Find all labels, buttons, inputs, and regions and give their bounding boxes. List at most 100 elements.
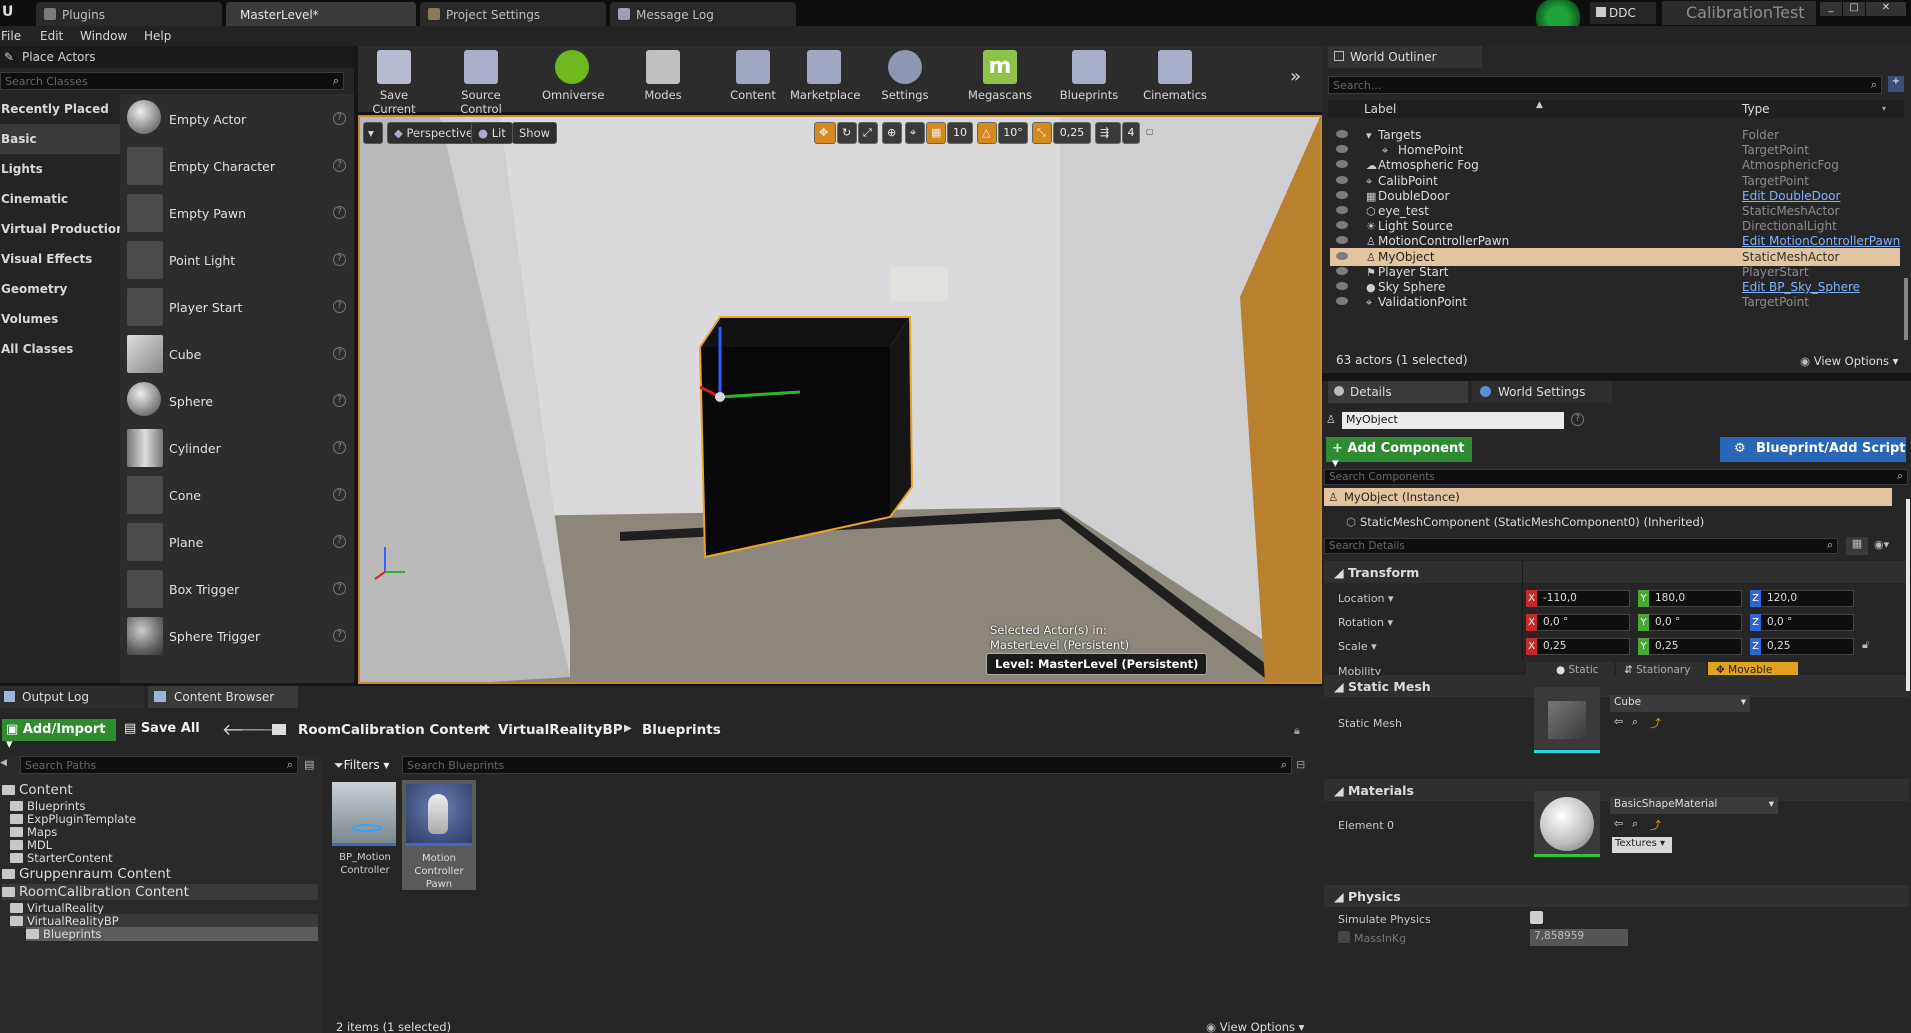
help-icon[interactable]: ? bbox=[333, 488, 346, 501]
save-all-button[interactable]: ▤ Save All bbox=[124, 721, 200, 736]
actor-item-empty-pawn[interactable]: Empty Pawn? bbox=[125, 190, 350, 237]
maximize-button[interactable]: □ bbox=[1843, 2, 1865, 16]
minimize-button[interactable]: _ bbox=[1820, 2, 1842, 16]
category-virtual-production[interactable]: Virtual Production bbox=[0, 214, 120, 244]
breadcrumb-separator-icon[interactable]: ▶ bbox=[624, 723, 632, 734]
edit-blueprint-link[interactable]: Edit DoubleDoor bbox=[1742, 189, 1840, 203]
path-view-options-icon[interactable]: ▤ bbox=[304, 758, 314, 771]
help-icon[interactable]: ? bbox=[333, 535, 346, 548]
help-icon[interactable]: ? bbox=[333, 206, 346, 219]
object-name-field[interactable]: MyObject bbox=[1342, 412, 1564, 429]
breadcrumb-item[interactable]: RoomCalibration Content bbox=[298, 722, 490, 738]
outliner-search-input[interactable]: Search... ⌕ bbox=[1328, 76, 1882, 94]
asset-tile-motion-controller-pawn[interactable]: Motion Controller Pawn bbox=[402, 780, 476, 890]
simulate-physics-checkbox[interactable] bbox=[1530, 911, 1543, 924]
tab-project-settings[interactable]: Project Settings bbox=[420, 2, 606, 26]
scale-snap-value[interactable]: 0,25 bbox=[1053, 122, 1091, 144]
menu-window[interactable]: Window bbox=[80, 29, 127, 43]
blueprints-button[interactable]: Blueprints bbox=[1058, 50, 1120, 102]
column-type[interactable]: Type bbox=[1742, 102, 1770, 116]
visibility-eye-icon[interactable] bbox=[1336, 175, 1348, 184]
viewport-options-button[interactable]: ▾ bbox=[363, 122, 383, 144]
view-options-button[interactable]: ◉ View Options ▾ bbox=[1800, 354, 1898, 368]
outliner-row[interactable]: ⌖ ValidationPoint TargetPoint bbox=[1330, 293, 1900, 311]
help-icon[interactable]: ? bbox=[333, 629, 346, 642]
reset-icon[interactable]: ⤴ bbox=[1650, 817, 1661, 833]
level-viewport[interactable]: ▾ ◆ Perspective ● Lit Show ✥ ↻ ⤢ ⊕ ⌖ ▦ 1… bbox=[358, 115, 1322, 684]
visibility-eye-icon[interactable] bbox=[1336, 282, 1348, 290]
tab-output-log[interactable]: Output Log bbox=[0, 686, 144, 708]
scale-snap-icon[interactable]: ⤡ bbox=[1032, 122, 1052, 144]
help-icon[interactable]: ? bbox=[333, 112, 346, 125]
breadcrumb-item[interactable]: VirtualRealityBP bbox=[498, 722, 623, 738]
location-y-field[interactable]: Y 180,0 bbox=[1638, 590, 1742, 607]
surface-snap-icon[interactable]: ⌖ bbox=[905, 122, 925, 144]
lock-icon[interactable]: 🔒︎ bbox=[1294, 724, 1300, 738]
eye-options-icon[interactable]: ◉▾ bbox=[1874, 538, 1889, 551]
tab-message-log[interactable]: Message Log bbox=[610, 2, 796, 26]
history-icon[interactable]: ⊟ bbox=[1296, 758, 1305, 771]
category-visual-effects[interactable]: Visual Effects bbox=[0, 244, 120, 274]
edit-blueprint-link[interactable]: Edit BP_Sky_Sphere bbox=[1742, 280, 1860, 294]
visibility-eye-icon[interactable] bbox=[1336, 236, 1348, 245]
details-tab[interactable]: Details bbox=[1328, 381, 1468, 403]
rotation-label[interactable]: Rotation ▾ bbox=[1338, 616, 1393, 629]
search-components-input[interactable]: Search Components ⌕ bbox=[1324, 469, 1908, 485]
help-icon[interactable]: ? bbox=[333, 394, 346, 407]
material-thumbnail[interactable] bbox=[1534, 791, 1600, 857]
visibility-eye-icon[interactable] bbox=[1336, 145, 1348, 154]
browse-icon[interactable]: ⌕ bbox=[1632, 817, 1638, 831]
column-label[interactable]: Label bbox=[1364, 102, 1396, 116]
mass-checkbox[interactable] bbox=[1338, 931, 1350, 943]
actor-item-cube[interactable]: Cube? bbox=[125, 331, 350, 378]
mass-field[interactable]: 7,858959 bbox=[1530, 929, 1628, 946]
component-instance-row[interactable]: ♙ MyObject (Instance) bbox=[1324, 488, 1892, 506]
visibility-eye-icon[interactable] bbox=[1336, 130, 1348, 138]
tab-masterlevel[interactable]: MasterLevel* bbox=[226, 2, 416, 26]
cinematics-button[interactable]: Cinematics bbox=[1142, 50, 1208, 102]
folder-tree-item[interactable]: StarterContent bbox=[10, 851, 113, 865]
actor-item-point-light[interactable]: Point Light? bbox=[125, 237, 350, 284]
category-lights[interactable]: Lights bbox=[0, 154, 120, 184]
use-selected-arrow-icon[interactable]: ⇦ bbox=[1614, 715, 1623, 728]
category-all-classes[interactable]: All Classes bbox=[0, 334, 120, 364]
folder-tree-item[interactable]: Blueprints bbox=[26, 927, 318, 941]
modes-button[interactable]: Modes bbox=[638, 50, 688, 102]
rotation-x-field[interactable]: X 0,0 ° bbox=[1526, 614, 1630, 631]
help-icon[interactable]: ? bbox=[333, 253, 346, 266]
category-recently-placed[interactable]: Recently Placed bbox=[0, 94, 120, 124]
close-button[interactable]: ✕ bbox=[1866, 2, 1906, 16]
tab-content-browser[interactable]: Content Browser bbox=[148, 686, 298, 708]
blueprint-add-script-button[interactable]: ⚙ Blueprint/Add Script bbox=[1720, 437, 1906, 462]
megascans-button[interactable]: m Megascans bbox=[966, 50, 1034, 102]
reset-icon[interactable]: ⤴ bbox=[1650, 715, 1661, 731]
edit-blueprint-link[interactable]: Edit MotionControllerPawn bbox=[1742, 234, 1900, 248]
visibility-eye-icon[interactable] bbox=[1336, 297, 1348, 306]
category-geometry[interactable]: Geometry bbox=[0, 274, 120, 304]
save-current-button[interactable]: Save Current bbox=[362, 50, 426, 116]
rotation-snap-value[interactable]: 10° bbox=[998, 122, 1028, 144]
details-scrollbar[interactable] bbox=[1906, 499, 1910, 691]
visibility-eye-icon[interactable] bbox=[1336, 251, 1348, 260]
collapse-sources-icon[interactable]: ◀ bbox=[0, 758, 7, 768]
folder-tree-item[interactable]: VirtualReality bbox=[10, 901, 104, 915]
component-row[interactable]: ⬡ StaticMeshComponent (StaticMeshCompone… bbox=[1324, 513, 1892, 531]
category-volumes[interactable]: Volumes bbox=[0, 304, 120, 334]
physics-section[interactable]: ◢ Physics bbox=[1324, 885, 1909, 907]
rotation-z-field[interactable]: Z 0,0 ° bbox=[1750, 614, 1854, 631]
folder-tree-item[interactable]: Blueprints bbox=[10, 799, 85, 813]
breadcrumb-separator-icon[interactable]: ▶ bbox=[480, 723, 488, 734]
grid-snap-icon[interactable]: ▦ bbox=[926, 122, 946, 144]
textures-dropdown[interactable]: Textures ▾ bbox=[1612, 837, 1672, 853]
column-options-icon[interactable]: ▾ bbox=[1882, 104, 1886, 113]
source-control-button[interactable]: Source Control bbox=[444, 50, 518, 116]
breadcrumb-item[interactable]: Blueprints bbox=[642, 722, 721, 738]
folder-tree-item[interactable]: RoomCalibration Content bbox=[2, 884, 318, 900]
ddc-indicator[interactable]: DDC bbox=[1590, 2, 1656, 24]
visibility-eye-icon[interactable] bbox=[1336, 160, 1348, 169]
scale-label[interactable]: Scale ▾ bbox=[1338, 640, 1377, 653]
add-folder-icon[interactable]: + bbox=[1888, 76, 1904, 92]
add-import-button[interactable]: ▣ Add/Import ▾ bbox=[2, 719, 116, 752]
marketplace-button[interactable]: Marketplace bbox=[790, 50, 860, 102]
grid-snap-value[interactable]: 10 bbox=[947, 122, 973, 144]
